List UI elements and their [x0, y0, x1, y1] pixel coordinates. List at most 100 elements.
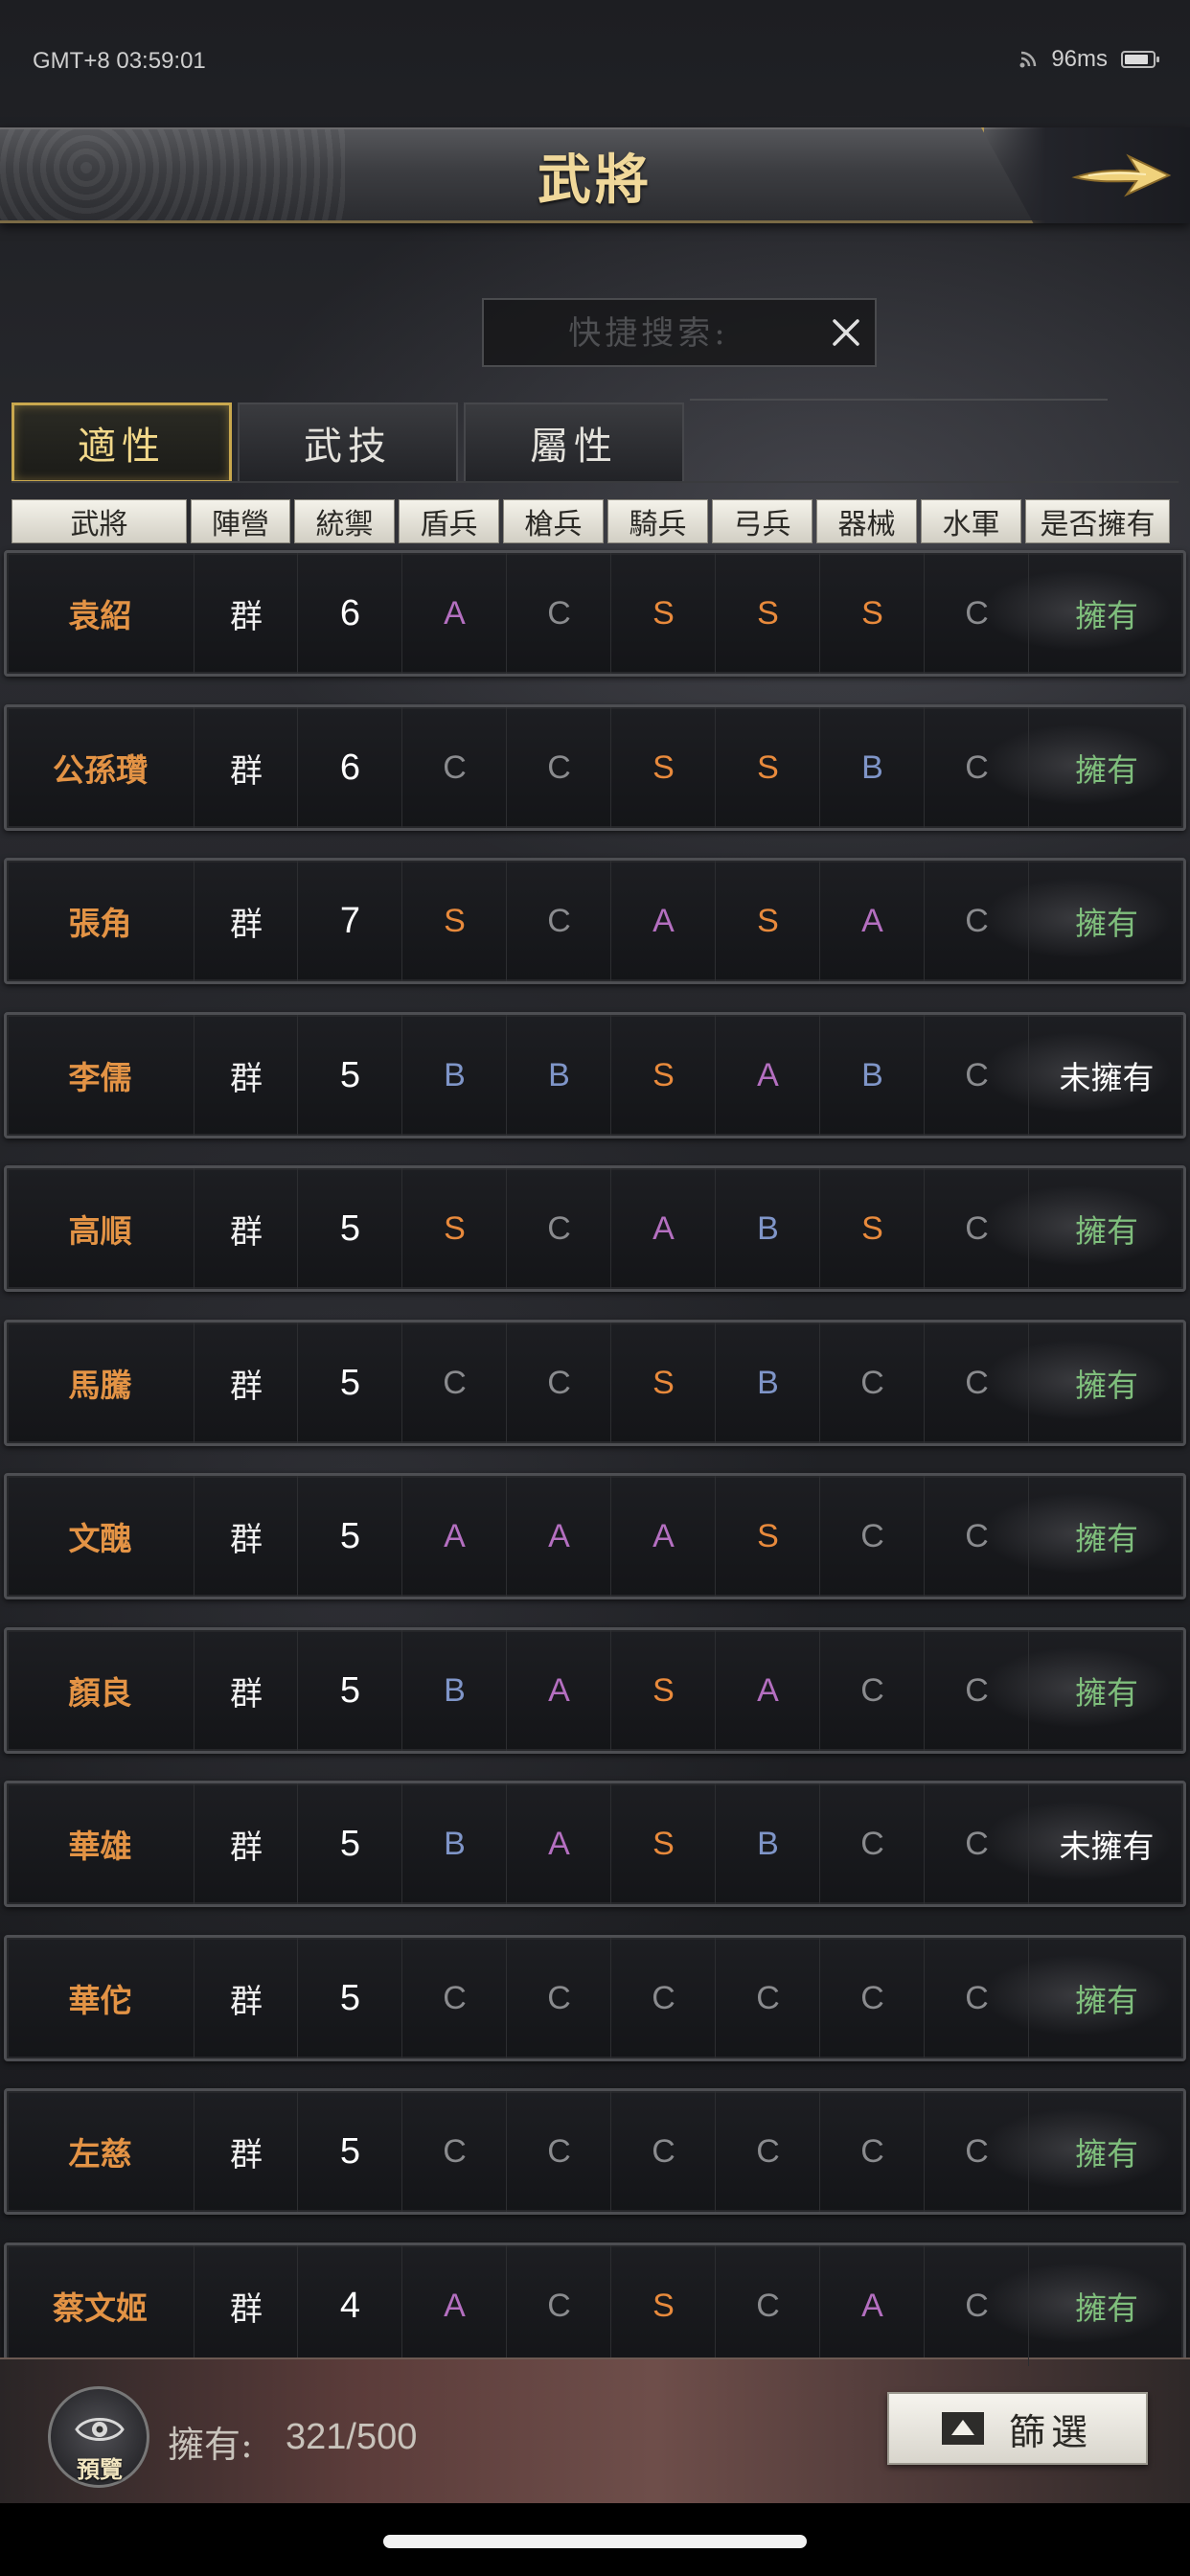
shield-grade: B: [401, 1630, 507, 1751]
archer-grade: C: [715, 2091, 820, 2212]
spear-grade: C: [506, 2091, 611, 2212]
spear-grade: C: [506, 1938, 611, 2058]
table-row[interactable]: 左慈群 5 C C C C C C 擁有: [4, 2088, 1186, 2215]
arrow-right-icon: [1071, 153, 1172, 197]
general-name: 顏良: [68, 1674, 132, 1712]
faction-cell: 群: [194, 1015, 298, 1136]
shield-grade: A: [401, 553, 507, 674]
signal-icon: [1019, 51, 1037, 68]
cavalry-grade: S: [610, 2245, 716, 2366]
general-name: 袁紹: [68, 597, 132, 634]
navy-grade: C: [924, 1476, 1029, 1597]
owned-status: 擁有: [1028, 1476, 1184, 1597]
siege-grade: A: [819, 2245, 925, 2366]
column-header-archer[interactable]: 弓兵: [712, 499, 812, 543]
column-header-cavalry[interactable]: 騎兵: [607, 499, 708, 543]
table-row[interactable]: 文醜群 5 A A A S C C 擁有: [4, 1473, 1186, 1599]
navy-grade: C: [924, 1322, 1029, 1443]
cavalry-grade: S: [610, 1630, 716, 1751]
table-row[interactable]: 張角群 7 S C A S A C 擁有: [4, 858, 1186, 984]
column-header-leadership[interactable]: 統禦: [294, 499, 395, 543]
spear-grade: B: [506, 1015, 611, 1136]
close-icon[interactable]: [827, 313, 865, 352]
siege-grade: C: [819, 2091, 925, 2212]
owned-status: 擁有: [1028, 2245, 1184, 2366]
faction-cell: 群: [194, 1322, 298, 1443]
archer-grade: S: [715, 861, 820, 981]
battery-icon: [1121, 51, 1159, 68]
spear-grade: A: [506, 1783, 611, 1904]
tab-aptitude[interactable]: 適性: [11, 402, 232, 483]
status-time: GMT+8 03:59:01: [33, 48, 206, 74]
general-name: 華佗: [68, 1982, 132, 2019]
navy-grade: C: [924, 1015, 1029, 1136]
archer-grade: B: [715, 1322, 820, 1443]
faction-cell: 群: [194, 1168, 298, 1289]
archer-grade: B: [715, 1168, 820, 1289]
table-row[interactable]: 馬騰群 5 C C S B C C 擁有: [4, 1320, 1186, 1446]
status-right: 96ms: [1018, 46, 1159, 73]
navy-grade: C: [924, 2245, 1029, 2366]
shield-grade: C: [401, 1322, 507, 1443]
cavalry-grade: A: [610, 861, 716, 981]
column-header-spear[interactable]: 槍兵: [503, 499, 604, 543]
search-input[interactable]: [484, 300, 813, 367]
table-row[interactable]: 李儒群 5 B B S A B C 未擁有: [4, 1012, 1186, 1138]
eye-icon: [75, 2418, 125, 2441]
owned-count: 321/500: [286, 2417, 418, 2457]
faction-cell: 群: [194, 861, 298, 981]
tab-attributes[interactable]: 屬性: [464, 402, 684, 483]
owned-status: 擁有: [1028, 1168, 1184, 1289]
owned-label: 擁有:: [168, 2424, 253, 2466]
shield-grade: C: [401, 707, 507, 828]
leadership-cell: 5: [297, 1168, 402, 1289]
shield-grade: S: [401, 1168, 507, 1289]
cavalry-grade: A: [610, 1168, 716, 1289]
spear-grade: C: [506, 1322, 611, 1443]
navy-grade: C: [924, 1938, 1029, 2058]
table-row[interactable]: 公孫瓚群 6 C C S S B C 擁有: [4, 704, 1186, 831]
home-indicator[interactable]: [383, 2535, 807, 2548]
archer-grade: S: [715, 1476, 820, 1597]
table-row[interactable]: 顏良群 5 B A S A C C 擁有: [4, 1627, 1186, 1754]
archer-grade: A: [715, 1630, 820, 1751]
table-row[interactable]: 高順群 5 S C A B S C 擁有: [4, 1165, 1186, 1292]
shield-grade: B: [401, 1783, 507, 1904]
spear-grade: C: [506, 707, 611, 828]
leadership-cell: 5: [297, 1476, 402, 1597]
table-row[interactable]: 華佗群 5 C C C C C C 擁有: [4, 1935, 1186, 2061]
table-row[interactable]: 華雄群 5 B A S B C C 未擁有: [4, 1781, 1186, 1907]
table-row[interactable]: 蔡文姬群 4 A C S C A C 擁有: [4, 2242, 1186, 2369]
preview-button[interactable]: 預覽: [48, 2386, 149, 2488]
cavalry-grade: S: [610, 553, 716, 674]
owned-status: 擁有: [1028, 1630, 1184, 1751]
column-header-siege[interactable]: 器械: [816, 499, 917, 543]
faction-cell: 群: [194, 2245, 298, 2366]
column-header-faction[interactable]: 陣營: [191, 499, 290, 543]
leadership-cell: 7: [297, 861, 402, 981]
shield-grade: S: [401, 861, 507, 981]
faction-cell: 群: [194, 1938, 298, 2058]
cavalry-grade: A: [610, 1476, 716, 1597]
tab-skills[interactable]: 武技: [238, 402, 458, 483]
column-header-owned[interactable]: 是否擁有: [1025, 499, 1170, 543]
spear-grade: C: [506, 861, 611, 981]
column-header-navy[interactable]: 水軍: [921, 499, 1021, 543]
column-header-shield[interactable]: 盾兵: [399, 499, 499, 543]
table-row[interactable]: 袁紹群 6 A C S S S C 擁有: [4, 550, 1186, 677]
leadership-cell: 6: [297, 707, 402, 828]
navy-grade: C: [924, 553, 1029, 674]
triangle-up-icon: [941, 2412, 984, 2445]
cavalry-grade: S: [610, 1015, 716, 1136]
archer-grade: C: [715, 2245, 820, 2366]
siege-grade: C: [819, 1476, 925, 1597]
title-bar: 武將: [0, 127, 1190, 223]
navy-grade: C: [924, 1783, 1029, 1904]
archer-grade: B: [715, 1783, 820, 1904]
status-bar: GMT+8 03:59:01 96ms: [0, 0, 1190, 125]
column-header-general[interactable]: 武將: [11, 499, 187, 543]
faction-cell: 群: [194, 1630, 298, 1751]
shield-grade: A: [401, 2245, 507, 2366]
filter-button[interactable]: 篩選: [887, 2392, 1148, 2465]
shield-grade: B: [401, 1015, 507, 1136]
